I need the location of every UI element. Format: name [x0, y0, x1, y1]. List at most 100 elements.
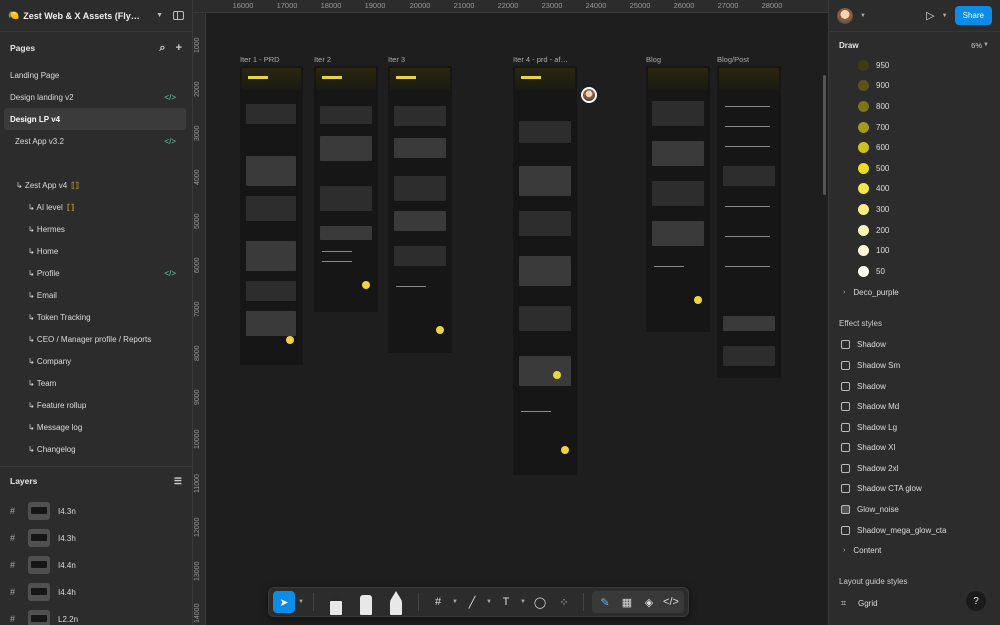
frame-label[interactable]: Blog [646, 55, 661, 64]
marker-tool-icon[interactable] [352, 589, 380, 615]
frame-label[interactable]: Blog/Post [717, 55, 749, 64]
frame-iter-1[interactable] [240, 66, 303, 365]
color-swatch-row[interactable]: 950 [829, 55, 1000, 76]
page-item[interactable]: ↳ Message log [0, 416, 186, 438]
color-swatch-row[interactable]: 100 [829, 240, 1000, 261]
chevron-down-icon[interactable]: ▼ [941, 13, 949, 19]
frame-label[interactable]: Iter 2 [314, 55, 331, 64]
chevron-down-icon[interactable]: ▼ [485, 599, 493, 605]
page-item[interactable]: ↳ Token Tracking [0, 306, 186, 328]
chevron-down-icon[interactable]: ▼ [297, 599, 305, 605]
ruler-tick: 24000 [585, 1, 607, 10]
frame-iter-4[interactable] [513, 66, 577, 475]
draw-mode-icon[interactable]: ✎ [594, 591, 616, 613]
add-page-icon[interactable]: + [176, 42, 182, 54]
canvas-scrollbar[interactable] [823, 75, 826, 195]
effect-style-row[interactable]: Shadow Xl [829, 438, 1000, 459]
color-swatch-row[interactable]: 400 [829, 179, 1000, 200]
chevron-down-icon[interactable]: ▼ [982, 42, 990, 48]
layer-row[interactable]: # I4.4n [0, 553, 192, 577]
frame-label[interactable]: Iter 3 [388, 55, 405, 64]
chevron-down-icon[interactable]: ▼ [519, 599, 527, 605]
page-item[interactable]: ↳ Feature rollup [0, 394, 186, 416]
color-swatch-row[interactable]: 500 [829, 158, 1000, 179]
dev-mode-icon: </> [164, 92, 176, 102]
color-swatch-row[interactable]: 600 [829, 137, 1000, 158]
line-tool-icon[interactable]: ╱ [461, 591, 483, 613]
page-item[interactable]: ↳ Company [0, 350, 186, 372]
dev-mode-icon[interactable]: </> [660, 591, 682, 613]
effect-style-row[interactable]: Shadow CTA glow [829, 479, 1000, 500]
page-item[interactable]: ↳ Team [0, 372, 186, 394]
effect-label: Shadow Lg [857, 422, 898, 432]
file-title[interactable]: Zest Web & X Assets (Fly… [23, 11, 146, 21]
dev-mode-icon: </> [164, 136, 176, 146]
frame-iter-2[interactable] [314, 66, 378, 312]
search-icon[interactable]: ⌕ [159, 42, 165, 55]
frame-tool-icon[interactable]: # [427, 591, 449, 613]
page-item[interactable]: ↳ Profile </> [0, 262, 186, 284]
style-group-content[interactable]: › Content [829, 540, 1000, 560]
effect-style-row[interactable]: Glow_noise [829, 499, 1000, 520]
page-item[interactable]: Design landing v2 </> [0, 86, 186, 108]
color-swatch-row[interactable]: 900 [829, 76, 1000, 97]
chevron-down-icon[interactable]: ▼ [156, 12, 163, 19]
page-item[interactable]: Zest App v3.2 </> [0, 130, 186, 152]
comment-tool-icon[interactable]: ◯ [529, 591, 551, 613]
color-swatch-row[interactable]: 800 [829, 96, 1000, 117]
frame-label[interactable]: Iter 1 - PRD [240, 55, 280, 64]
frame-blog-post[interactable] [717, 66, 781, 378]
grid-icon: ⌗ [841, 598, 847, 609]
share-button[interactable]: Share [954, 6, 992, 25]
effect-style-row[interactable]: Shadow Md [829, 396, 1000, 417]
layer-row[interactable]: # L2.2n [0, 607, 192, 625]
style-group-deco-purple[interactable]: › Deco_purple [829, 283, 1000, 303]
color-swatch-row[interactable]: 700 [829, 117, 1000, 138]
sidebar-toggle-icon[interactable] [173, 11, 184, 20]
page-item[interactable]: ↳ Zest App v4 ⟦⟧ [0, 174, 186, 196]
effect-style-row[interactable]: Shadow_mega_glow_cta [829, 520, 1000, 541]
component-icon[interactable]: ◈ [638, 591, 660, 613]
design-canvas[interactable]: 16000 17000 18000 19000 20000 21000 2200… [193, 0, 828, 625]
page-item[interactable]: Landing Page [0, 64, 186, 86]
color-swatch-row[interactable]: 300 [829, 199, 1000, 220]
frame-label[interactable]: Iter 4 - prd - af… [513, 55, 568, 64]
page-item[interactable]: ↳ CEO / Manager profile / Reports [0, 328, 186, 350]
page-item[interactable]: ↳ Changelog [0, 438, 186, 460]
effect-style-row[interactable]: Shadow [829, 335, 1000, 356]
color-swatch-row[interactable]: 50 [829, 261, 1000, 282]
table-icon[interactable]: ▦ [616, 591, 638, 613]
layer-row[interactable]: # I4.4h [0, 580, 192, 604]
file-header[interactable]: 🍋 Zest Web & X Assets (Fly… ▼ [0, 0, 192, 32]
pencil-tool-icon[interactable] [382, 589, 410, 615]
effect-style-row[interactable]: Shadow Sm [829, 355, 1000, 376]
ruler-tick: 23000 [541, 1, 563, 10]
layer-row[interactable]: # I4.3n [0, 499, 192, 523]
move-tool-icon[interactable]: ➤ [273, 591, 295, 613]
page-label: Landing Page [10, 70, 60, 80]
page-item[interactable]: ↳ Hermes [0, 218, 186, 240]
page-item[interactable]: ↳ AI level ⟦⟧ [0, 196, 186, 218]
text-tool-icon[interactable]: T [495, 591, 517, 613]
components-icon[interactable]: ⁘ [553, 591, 575, 613]
page-item[interactable]: ↳ Home [0, 240, 186, 262]
color-swatch-row[interactable]: 200 [829, 220, 1000, 241]
pen-tool-icon[interactable] [322, 589, 350, 615]
collapse-layers-icon[interactable]: ☰ [174, 476, 182, 487]
effect-style-row[interactable]: Shadow Lg [829, 417, 1000, 438]
effect-style-row[interactable]: Shadow 2xl [829, 458, 1000, 479]
collaborator-avatar[interactable] [581, 87, 597, 103]
chevron-down-icon[interactable]: ▼ [859, 13, 867, 19]
page-item-active[interactable]: Design LP v4 [4, 108, 186, 130]
user-avatar[interactable] [837, 7, 853, 24]
zoom-level[interactable]: 6% [971, 41, 982, 50]
page-item[interactable]: ↳ Email [0, 284, 186, 306]
layer-row[interactable]: # I4.3h [0, 526, 192, 550]
frame-blog[interactable] [646, 66, 710, 332]
present-icon[interactable]: ▷ [926, 9, 934, 22]
chevron-down-icon[interactable]: ▼ [451, 599, 459, 605]
effect-style-row[interactable]: Shadow [829, 376, 1000, 397]
help-button[interactable]: ? [966, 591, 986, 611]
page-spacer [0, 152, 186, 174]
frame-iter-3[interactable] [388, 66, 452, 353]
